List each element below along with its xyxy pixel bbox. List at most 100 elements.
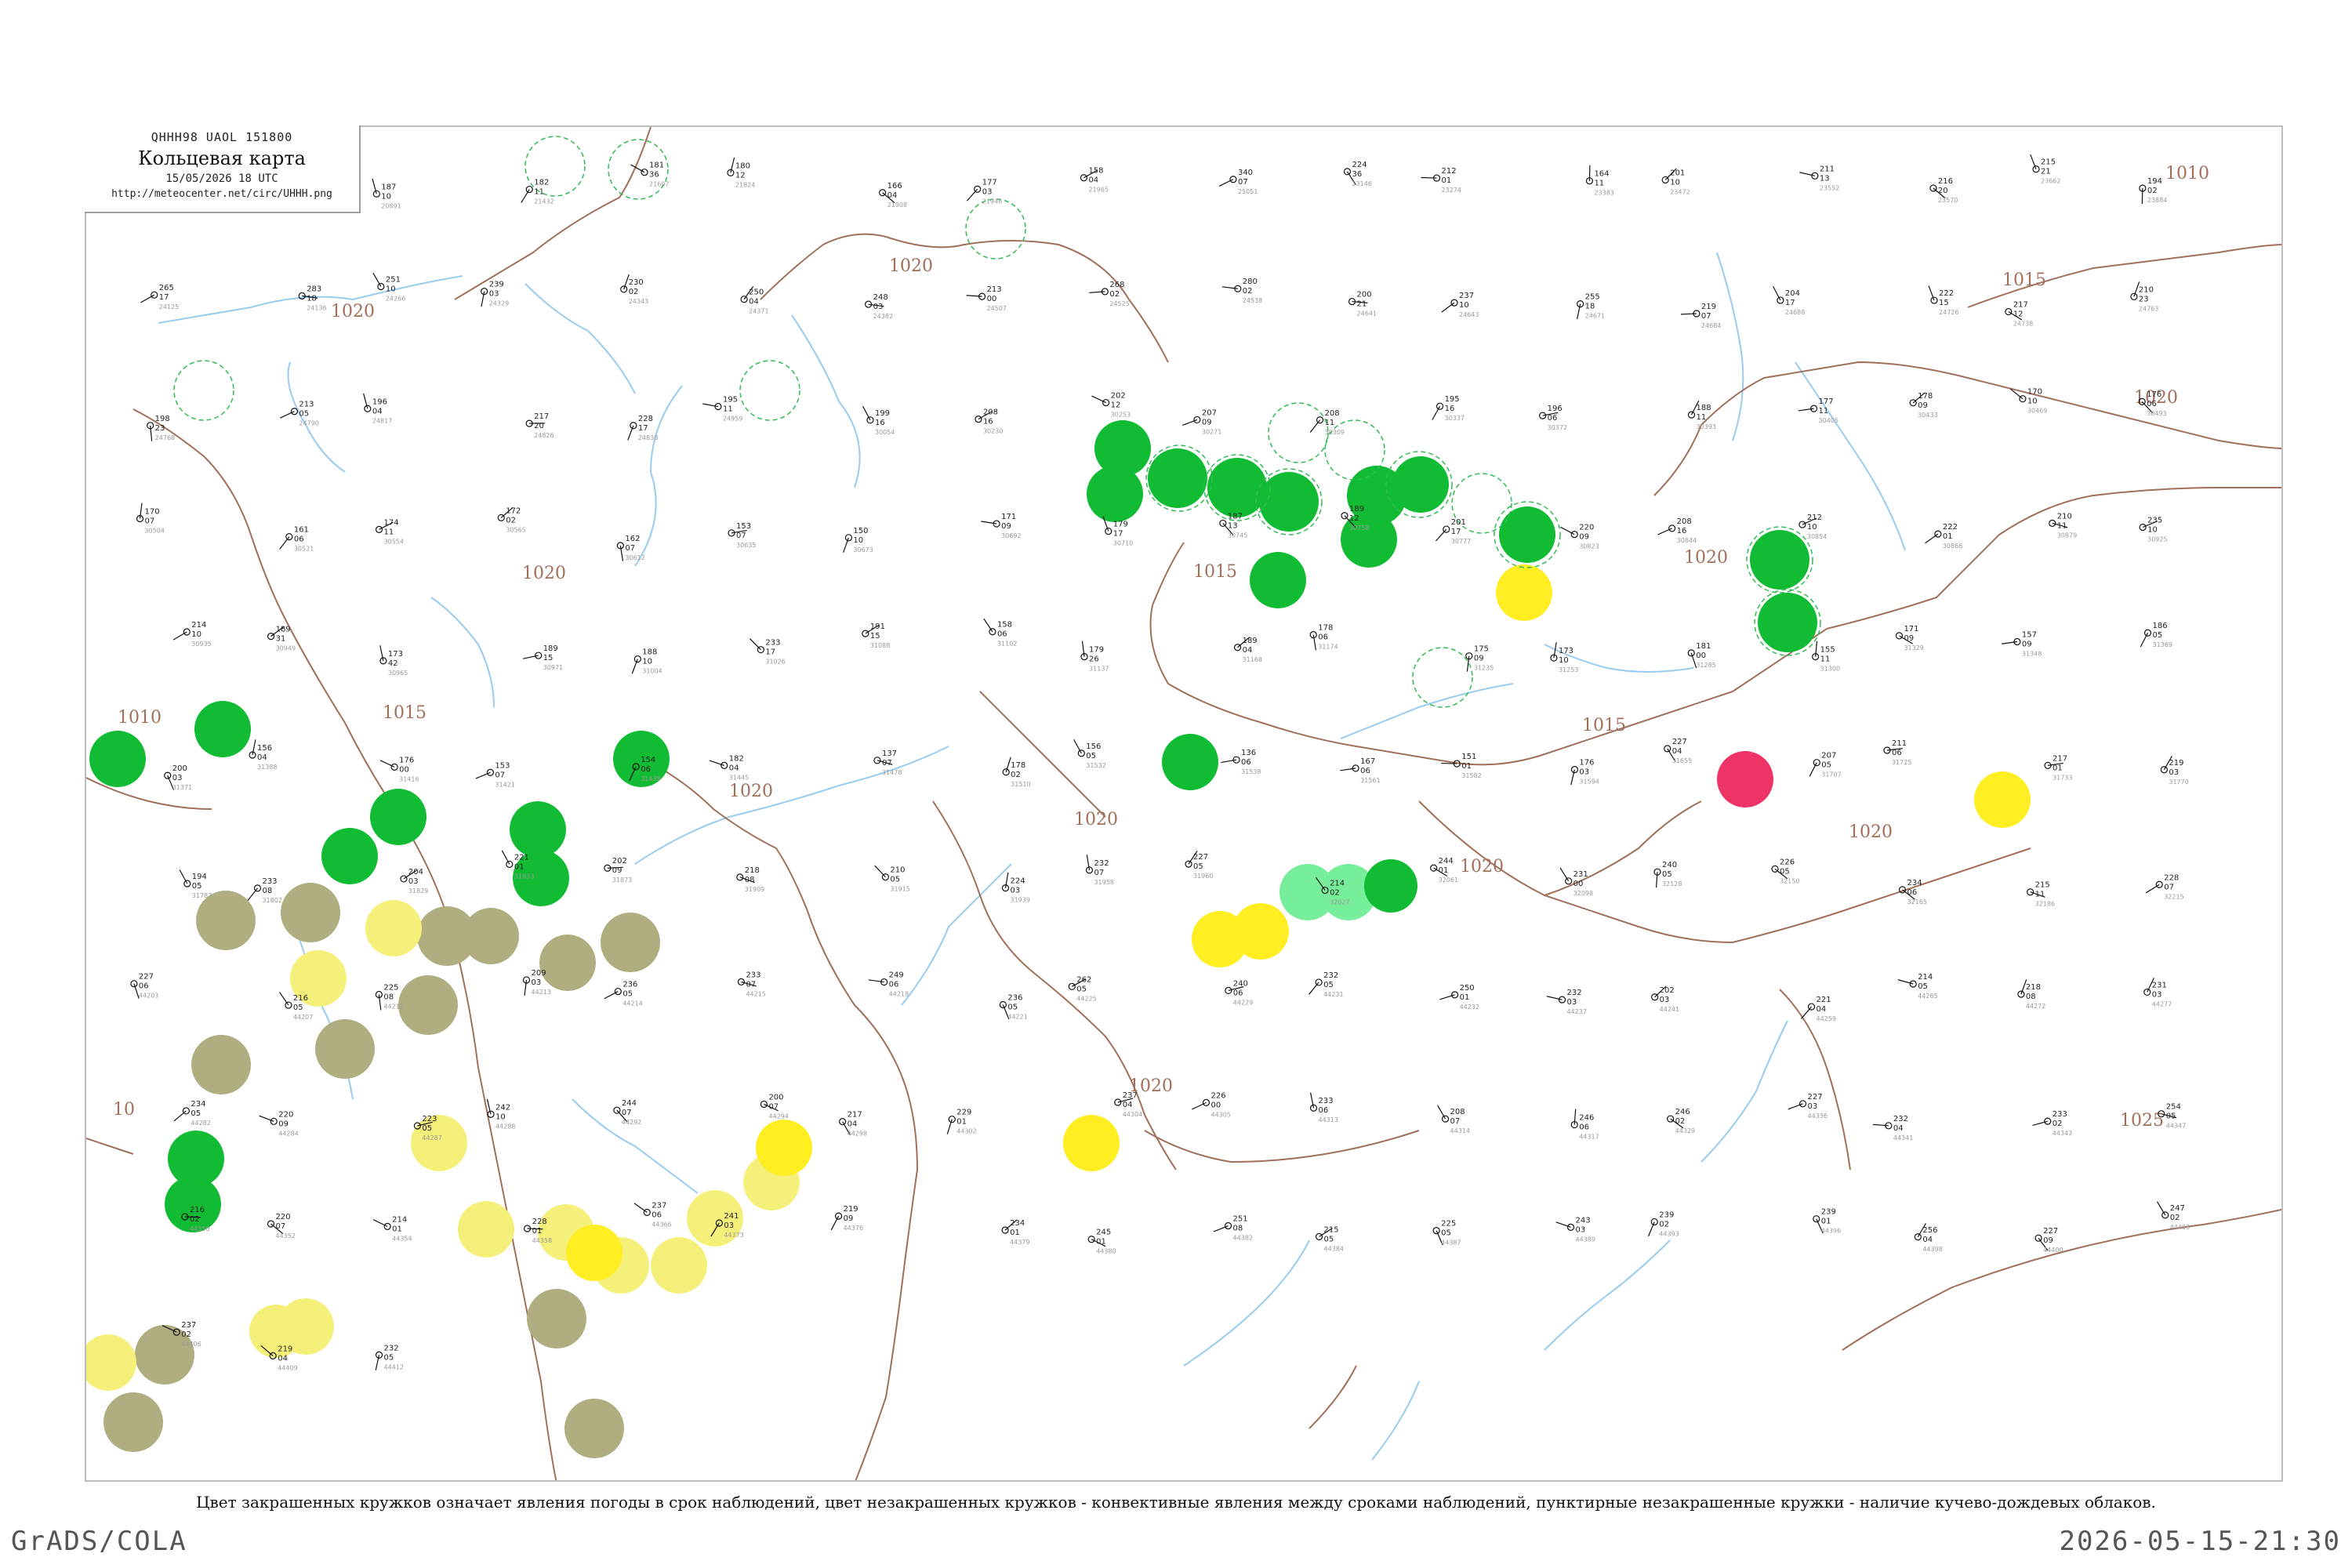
station-index: 30844 [1677,537,1697,544]
station-tendency: 06 [1233,989,1243,997]
station-tendency: 03 [172,774,183,782]
station-tendency: 11 [1819,407,1829,416]
station-index: 31909 [745,886,764,893]
station-tendency: 06 [294,535,304,544]
station-pressure: 224 [1010,877,1025,886]
station-tendency: 03 [873,303,884,311]
station-tendency: 05 [1193,862,1203,871]
station-plot: 2320444341 [1872,1115,1913,1142]
station-index: 31388 [257,764,277,771]
station-index: 30971 [543,664,563,671]
wind-barb [874,865,886,878]
station-index: 44232 [1460,1004,1479,1011]
station-plot: 24303 44389 [1555,1216,1595,1243]
station-marker [1080,174,1088,182]
station-pressure: 244 [1439,857,1454,866]
station-tendency: 17 [1451,528,1461,536]
station-tendency: 11 [384,528,394,536]
wind-barb [372,1219,388,1227]
weather-circles [86,420,2031,1458]
station-tendency: 02 [2147,187,2158,195]
station-index: 24817 [372,417,392,424]
station-index: 23383 [1594,190,1613,197]
station-index: 44215 [746,990,765,997]
station-pressure: 176 [399,756,414,764]
station-tendency: 15 [543,654,554,662]
station-plot: 17802 31510 [1002,757,1031,788]
station-plot: 21005 31915 [874,865,910,893]
station-plot: 21712 24738 [2005,301,2033,328]
station-tendency: 09 [1001,522,1011,531]
station-marker [377,282,385,291]
station-plot: 1801221824 [727,157,755,188]
station-plot: 2330744215 [737,971,766,997]
station-index: 23552 [1820,184,1839,191]
station-plot: 21300 24507 [966,285,1007,312]
station-tendency: 05 [299,410,309,419]
station-tendency: 04 [1243,646,1253,655]
isobar-label: 1020 [1074,810,1118,829]
station-plot: 17603 31594 [1570,759,1599,786]
station-pressure: 162 [625,535,640,543]
station-pressure: 217 [2013,301,2028,310]
station-tendency: 23 [2139,295,2149,303]
station-index: 30612 [625,554,644,561]
station-tendency: 09 [1579,533,1589,542]
station-tendency: 03 [408,877,419,886]
station-pressure: 249 [889,971,904,980]
rain-circle [1392,456,1449,513]
rain-circle [321,828,378,884]
station-index: 31707 [1821,771,1841,779]
station-index: 24763 [2139,305,2158,312]
station-tendency: 00 [1211,1101,1221,1109]
station-index: 30777 [1451,538,1471,545]
station-plot: 24006 44229 [1225,979,1253,1006]
station-plot: 2000744294 [760,1093,789,1120]
station-index: 31285 [1696,662,1715,669]
rain-circle [1259,472,1319,532]
station-pressure: 201 [1451,518,1466,527]
wind-barb [983,618,993,633]
station-pressure: 204 [408,868,423,877]
isobar-label: 1015 [1582,716,1626,735]
station-index: 44358 [532,1237,552,1244]
station-pressure: 225 [383,984,398,993]
station-pressure: 246 [1579,1114,1594,1123]
station-pressure: 196 [372,397,387,406]
station-index: 24671 [1585,313,1605,320]
station-pressure: 237 [652,1201,666,1210]
station-pressure: 262 [1076,975,1091,984]
station-tendency: 17 [765,648,775,657]
station-tendency: 12 [2013,310,2024,319]
station-tendency: 36 [1352,170,1362,179]
station-tendency: 18 [307,294,317,303]
dust-circle [86,1334,136,1391]
station-index: 31004 [642,668,662,675]
station-index: 44317 [1579,1134,1599,1141]
station-plot: 21605 44207 [279,992,313,1021]
station-pressure: 227 [1672,738,1687,746]
station-tendency: 01 [392,1225,402,1233]
station-index: 44376 [844,1225,863,1232]
station-tendency: 07 [625,544,635,553]
station-plot: 2320544412 [375,1344,404,1370]
station-plot: 23207 31958 [1085,855,1114,886]
station-tendency: 06 [1319,1106,1329,1115]
station-index: 24684 [1701,322,1721,329]
station-index: 32150 [1780,877,1799,884]
station-plot: 19511 24959 [702,396,742,423]
station-pressure: 219 [2169,759,2183,768]
isobar-label: 1015 [1193,562,1237,582]
station-index: 24266 [386,295,405,302]
station-plot: 1821121432 [521,179,554,205]
station-pressure: 181 [1696,642,1711,651]
station-pressure: 158 [997,621,1012,630]
station-plot: 20003 31371 [164,764,192,791]
station-plot: 23002 24343 [620,274,648,305]
dust-circle [249,1305,303,1358]
station-index: 44229 [1233,999,1253,1006]
station-pressure: 228 [532,1218,547,1226]
station-tendency: 16 [1445,405,1455,413]
haze-circle [527,1289,586,1348]
station-tendency: 02 [181,1330,191,1339]
